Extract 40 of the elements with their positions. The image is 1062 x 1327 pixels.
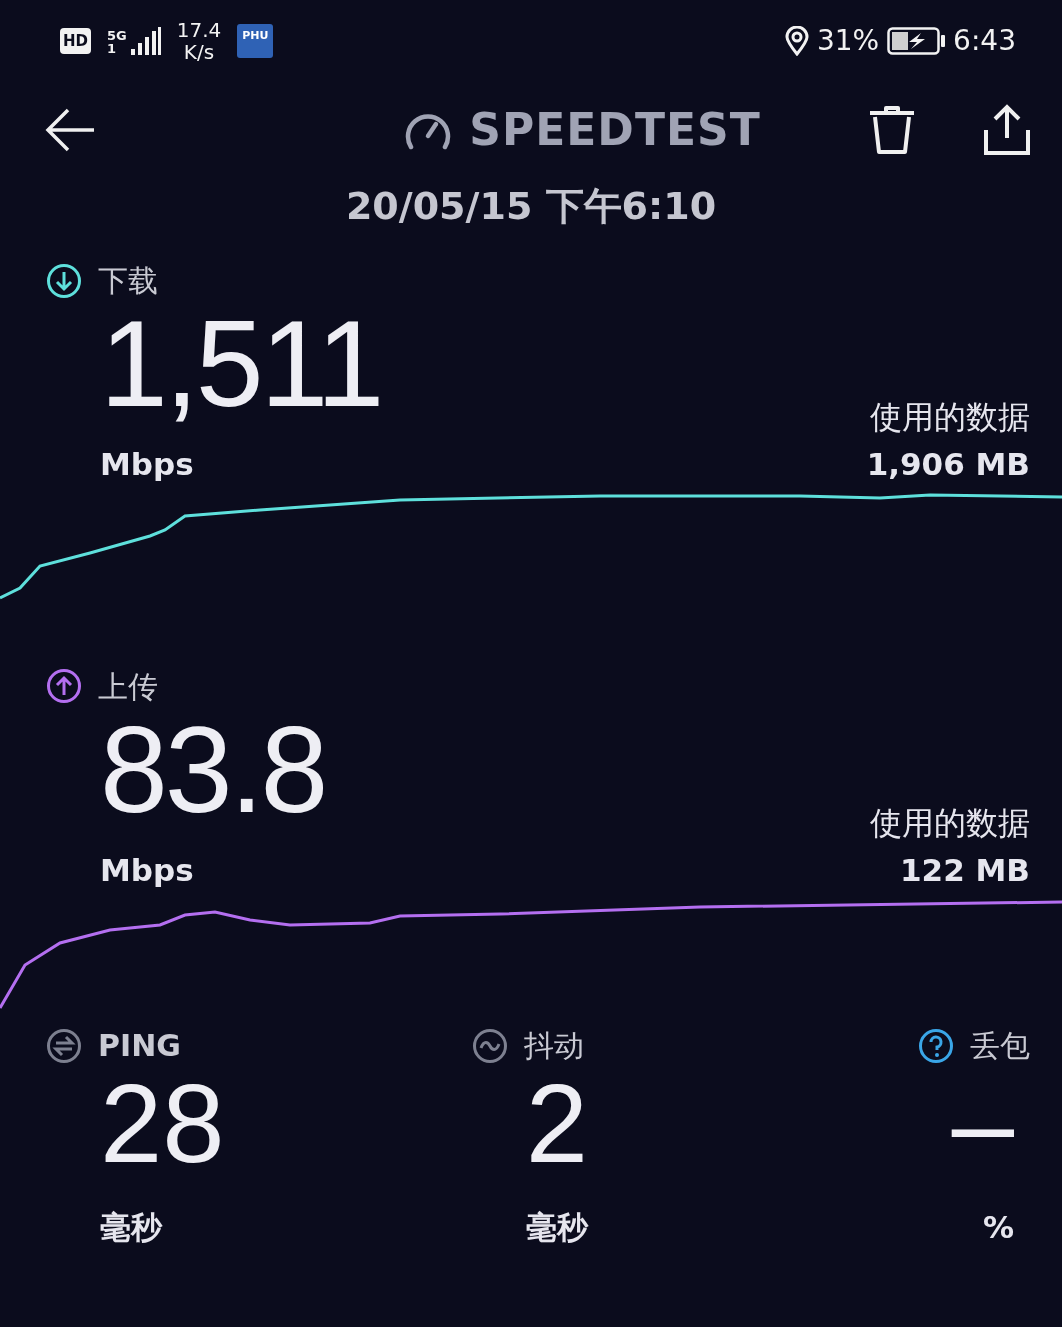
data-used-label: 使用的数据 xyxy=(869,397,1030,438)
download-icon xyxy=(46,262,82,299)
battery-charging-icon xyxy=(887,27,946,55)
location-icon xyxy=(784,26,809,56)
wave-icon xyxy=(471,1027,508,1064)
network-speed: 17.4 xyxy=(176,19,222,41)
metric-unit: % xyxy=(982,1208,1014,1247)
metric-value: 28 xyxy=(100,1068,226,1180)
help-icon[interactable] xyxy=(918,1027,954,1064)
speed-value: 83.8 xyxy=(100,708,326,831)
data-used-label: 使用的数据 xyxy=(870,802,1030,844)
metric-unit: 毫秒 xyxy=(100,1208,164,1247)
result-label: 上传 xyxy=(98,667,158,706)
metric-value: 2 xyxy=(525,1068,590,1180)
data-used-value: 122 MB xyxy=(899,850,1030,890)
speed-unit: Mbps xyxy=(100,445,195,484)
share-button[interactable] xyxy=(982,104,1032,156)
delete-button[interactable] xyxy=(868,105,916,155)
result-label: 下载 xyxy=(98,262,158,300)
app-title: SPEEDTEST xyxy=(469,103,761,157)
metric-value: – xyxy=(951,1068,1014,1180)
sim-number: 1 xyxy=(107,42,118,55)
hd-indicator: HD xyxy=(60,27,91,55)
clock: 6:43 xyxy=(953,23,1016,59)
upload-icon xyxy=(46,668,82,704)
speed-unit: Mbps xyxy=(100,850,195,890)
speed-unit: K/s xyxy=(182,41,216,63)
speed-value: 1,511 xyxy=(100,303,382,425)
metric-label: PING xyxy=(98,1027,181,1065)
metric-label: 丢包 xyxy=(970,1027,1030,1065)
ping-icon xyxy=(46,1027,82,1064)
network-type: 5G xyxy=(107,29,127,42)
back-button[interactable] xyxy=(44,107,96,153)
metric-unit: 毫秒 xyxy=(525,1208,590,1247)
signal-icon xyxy=(130,27,161,55)
app-badge: PHU xyxy=(237,24,274,58)
test-date: 20/05/15 下午6:10 xyxy=(344,183,718,230)
metric-label: 抖动 xyxy=(523,1027,584,1065)
battery-percent: 31% xyxy=(816,23,880,59)
data-used-value: 1,906 MB xyxy=(866,445,1030,484)
